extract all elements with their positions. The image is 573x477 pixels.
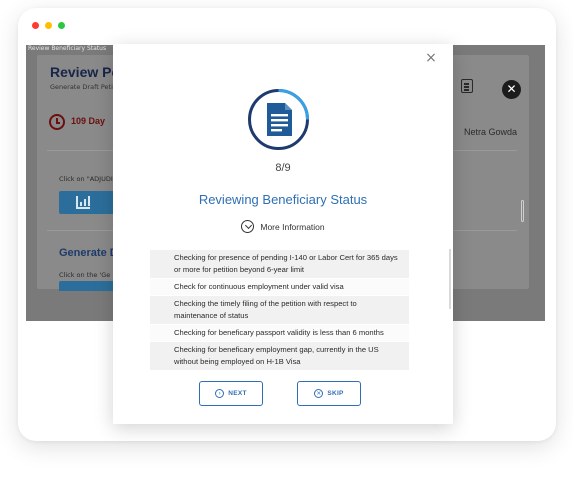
skip-button-label: SKIP [327, 390, 344, 397]
next-button[interactable]: › NEXT [199, 381, 263, 406]
next-circle-icon: › [215, 389, 225, 398]
minimize-window-dot[interactable] [45, 22, 52, 29]
walkthrough-modal: × 8/9 Reviewing Beneficiary Status More … [113, 44, 453, 424]
modal-title: Reviewing Beneficiary Status [198, 192, 368, 207]
list-item: Checking for beneficary passport validit… [150, 325, 409, 342]
window-controls [32, 22, 65, 29]
clock-icon [49, 114, 65, 130]
more-information-label: More Information [260, 221, 325, 232]
adjudication-instruction: Click on "ADJUDI [59, 175, 113, 183]
skip-circle-icon: × [314, 389, 324, 398]
close-window-dot[interactable] [32, 22, 39, 29]
list-item: Checking for beneficary employment gap, … [150, 342, 409, 371]
maximize-window-dot[interactable] [58, 22, 65, 29]
list-item: Checking for presence of pending I-140 o… [150, 250, 409, 279]
panel-scrollbar[interactable] [521, 200, 524, 222]
skip-button[interactable]: × SKIP [297, 381, 361, 406]
next-button-label: NEXT [228, 390, 247, 397]
panel-subtitle: Generate Draft Petit [50, 83, 116, 91]
list-item: Checking the timely filing of the petiti… [150, 296, 409, 325]
document-icon [247, 88, 310, 151]
generate-draft-title: Generate D [59, 247, 118, 259]
user-name: Netra Gowda [464, 127, 518, 137]
generate-button[interactable] [59, 281, 121, 291]
more-information-toggle[interactable]: More Information [113, 220, 453, 233]
adjudication-button[interactable] [59, 191, 121, 214]
modal-scrollbar[interactable] [449, 249, 451, 309]
bar-chart-icon [76, 196, 90, 209]
modal-close-button[interactable]: × [424, 51, 438, 65]
list-item: Check for continuous employment under va… [150, 279, 409, 296]
checks-list: Checking for presence of pending I-140 o… [150, 250, 409, 371]
breadcrumb: Review Beneficiary Status [28, 45, 107, 52]
generate-instruction: Click on the 'Ge [59, 271, 111, 279]
step-counter: 8/9 [275, 162, 291, 174]
clipboard-icon[interactable] [461, 79, 473, 93]
panel-close-button[interactable]: ✕ [502, 80, 521, 99]
days-remaining-badge: 109 Day [71, 116, 106, 126]
chevron-down-icon [241, 220, 255, 233]
